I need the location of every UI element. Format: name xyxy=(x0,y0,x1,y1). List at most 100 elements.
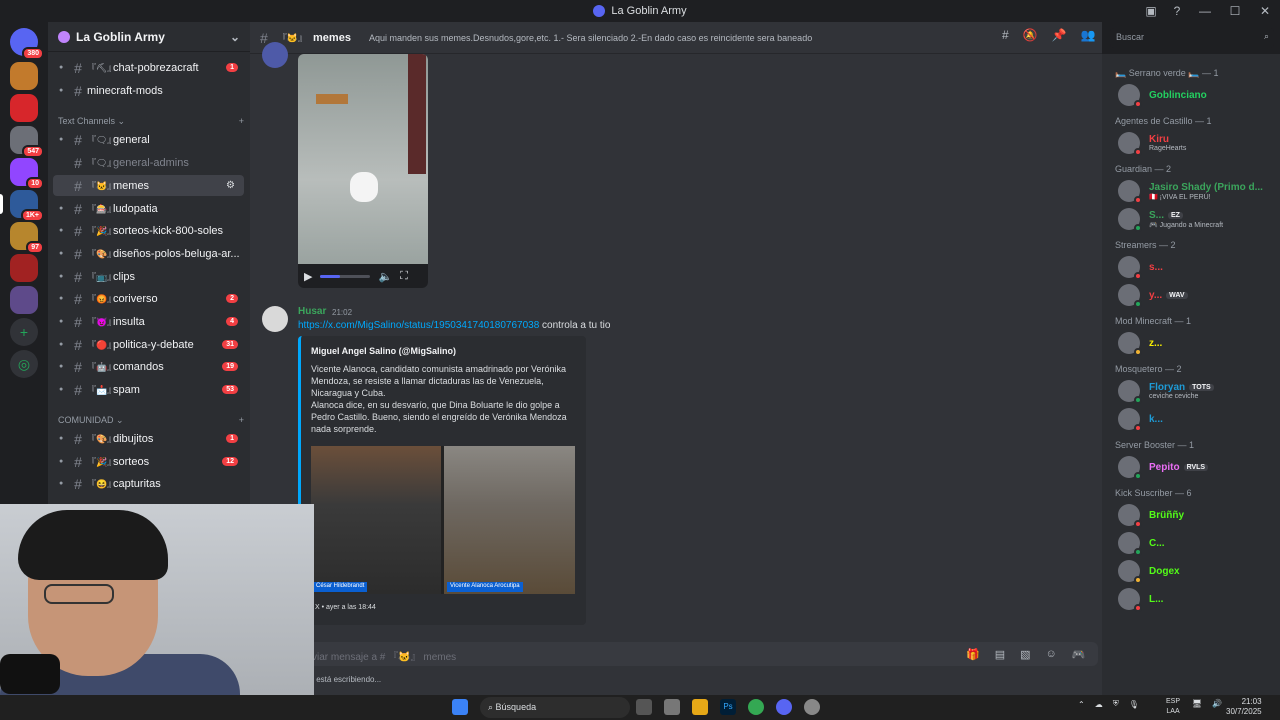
gif-icon[interactable]: ▤ xyxy=(995,648,1005,661)
taskbar-search[interactable]: ⌕ Búsqueda xyxy=(480,697,630,718)
task-view-icon[interactable] xyxy=(636,699,652,715)
apps-icon[interactable]: 🎮 xyxy=(1072,648,1086,661)
server-icon-la-goblin-army[interactable]: 1K+ xyxy=(10,190,44,222)
chevron-up-icon[interactable]: ⌃ xyxy=(1078,700,1085,709)
unread-badge: 53 xyxy=(222,385,238,394)
channel-sorteos-kick-800-soles[interactable]: ● # 『🎉』 sorteos-kick-800-soles xyxy=(53,220,244,241)
discord-icon[interactable] xyxy=(776,699,792,715)
close-button[interactable]: ✕ xyxy=(1250,4,1280,18)
channel-general-admins[interactable]: # 『🗨』 general-admins xyxy=(53,152,244,173)
member-row[interactable]: Jasiro Shady (Primo d... 🇵🇪 ¡VIVA EL PERÚ… xyxy=(1118,178,1263,204)
channel-coriverso[interactable]: ● # 『😡』 coriverso 2 xyxy=(53,288,244,309)
member-row[interactable]: Floryan TOTS ceviche ceviche xyxy=(1118,378,1214,404)
server-icon[interactable] xyxy=(10,94,38,122)
channel-capturitas[interactable]: ● # 『😆』 capturitas xyxy=(53,473,244,494)
sticker-icon[interactable]: ▧ xyxy=(1020,648,1030,661)
maximize-button[interactable]: ☐ xyxy=(1220,4,1250,18)
volume-icon[interactable]: 🔈 xyxy=(378,270,392,283)
server-icon[interactable] xyxy=(10,254,38,282)
input-language[interactable]: ESP LAA xyxy=(1166,697,1180,717)
bullet-icon: ● xyxy=(59,273,64,280)
category-text-channels[interactable]: Text Channels ⌄ + xyxy=(58,116,244,127)
unread-badge: 19 xyxy=(222,362,238,371)
embed-author[interactable]: Miguel Angel Salino (@MigSalino) xyxy=(311,346,456,356)
discover-icon[interactable]: ◎ xyxy=(10,350,38,378)
avatar[interactable] xyxy=(262,306,288,332)
channel-dibujitos[interactable]: ● # 『🎨』 dibujitos 1 xyxy=(53,428,244,449)
member-row[interactable]: Kiru RageHearts xyxy=(1118,130,1186,156)
video-attachment[interactable]: ▶ 🔈 ⛶ xyxy=(298,54,428,288)
help-icon[interactable]: ? xyxy=(1164,4,1190,18)
taskbar-clock[interactable]: 21:03 30/7/2025 xyxy=(1226,697,1262,717)
channel-sorteos[interactable]: ● # 『🎉』 sorteos 12 xyxy=(53,451,244,472)
pin-icon[interactable]: 📌 xyxy=(1052,28,1067,42)
channel-chat-pobrezacraft[interactable]: ● # 『⛏』 chat-pobrezacraft 1 xyxy=(53,57,244,78)
member-row[interactable]: L... xyxy=(1118,586,1163,612)
add-channel-icon[interactable]: + xyxy=(239,116,244,127)
volume-icon[interactable]: 🔊 xyxy=(1212,699,1222,708)
file-explorer-icon[interactable] xyxy=(692,699,708,715)
status-dot xyxy=(1134,604,1142,612)
server-icon[interactable]: 97 xyxy=(10,222,44,254)
server-icon[interactable]: 10 xyxy=(10,158,44,190)
channel-topic[interactable]: Aqui manden sus memes.Desnudos,gore,etc.… xyxy=(369,33,929,43)
server-icon[interactable] xyxy=(10,62,38,90)
channel-memes[interactable]: # 『🐱』 memes ⚙ xyxy=(53,175,244,196)
member-row[interactable]: y... WAV xyxy=(1118,282,1188,308)
category-comunidad[interactable]: COMUNIDAD ⌄ + xyxy=(58,415,244,426)
shield-icon[interactable]: ⛨ xyxy=(1113,699,1119,709)
message-link[interactable]: https://x.com/MigSalino/status/195034174… xyxy=(298,320,539,331)
embed-image[interactable]: César Hildebrandt Vicente Alanoca Arocut… xyxy=(311,446,575,594)
channel-settings-icon[interactable]: ⚙ xyxy=(226,180,238,191)
gift-icon[interactable]: 🎁 xyxy=(966,648,980,661)
member-list-icon[interactable]: 👥 xyxy=(1081,28,1096,42)
member-row[interactable]: Brüññy xyxy=(1118,502,1184,528)
member-row[interactable]: Goblinciano xyxy=(1118,82,1207,108)
add-channel-icon[interactable]: + xyxy=(239,415,244,426)
avatar[interactable] xyxy=(262,42,288,68)
member-row[interactable]: Pepito RVLS xyxy=(1118,454,1209,480)
member-row[interactable]: S... EZ 🎮 Jugando a Minecraft xyxy=(1118,206,1223,232)
start-icon[interactable] xyxy=(452,699,468,715)
app-icon[interactable] xyxy=(804,699,820,715)
channel-clips[interactable]: ● # 『📺』 clips xyxy=(53,266,244,287)
channel-politica-y-debate[interactable]: ● # 『🔴』 politica-y-debate 31 xyxy=(53,334,244,355)
video-progress[interactable] xyxy=(320,274,371,278)
member-row[interactable]: k... xyxy=(1118,406,1163,432)
network-icon[interactable]: 🖥 xyxy=(1192,699,1202,708)
channel-general[interactable]: ● # 『🗨』 general xyxy=(53,129,244,150)
channel-disenos-polos[interactable]: ● # 『🎨』 diseños-polos-beluga-ar... xyxy=(53,243,244,264)
server-header[interactable]: La Goblin Army ⌄ xyxy=(48,22,250,52)
channel-comandos[interactable]: ● # 『🤖』 comandos 19 xyxy=(53,356,244,377)
search-input[interactable]: Buscar ⌕ xyxy=(1110,28,1274,48)
channel-ludopatia[interactable]: ● # 『🎰』 ludopatia xyxy=(53,198,244,219)
channel-insulta[interactable]: ● # 『😈』 insulta 4 xyxy=(53,311,244,332)
play-icon[interactable]: ▶ xyxy=(304,270,312,283)
app-icon[interactable] xyxy=(664,699,680,715)
unread-badge: 4 xyxy=(226,317,238,326)
channel-minecraft-mods[interactable]: ● # minecraft-mods xyxy=(53,80,244,101)
hash-icon: # xyxy=(74,154,82,171)
message-author[interactable]: Husar xyxy=(298,306,326,317)
direct-messages-icon[interactable]: 380 xyxy=(10,28,44,60)
microphone-icon[interactable]: 🎙 xyxy=(1129,700,1139,709)
bullet-icon: ● xyxy=(59,386,64,393)
member-row[interactable]: s... xyxy=(1118,254,1163,280)
server-icon[interactable]: 547 xyxy=(10,126,44,158)
inbox-icon[interactable]: ▣ xyxy=(1138,4,1164,18)
member-row[interactable]: z... xyxy=(1118,330,1162,356)
fullscreen-icon[interactable]: ⛶ xyxy=(400,270,408,283)
photoshop-icon[interactable]: Ps xyxy=(720,699,736,715)
threads-icon[interactable]: # xyxy=(1002,28,1009,42)
channel-spam[interactable]: ● # 『📩』 spam 53 xyxy=(53,379,244,400)
cloud-icon[interactable]: ☁ xyxy=(1095,700,1103,709)
emoji-icon[interactable]: ☺ xyxy=(1046,648,1057,661)
mute-bell-icon[interactable]: 🔕 xyxy=(1023,28,1038,42)
member-row[interactable]: Dogex xyxy=(1118,558,1180,584)
member-row[interactable]: C... xyxy=(1118,530,1165,556)
minimize-button[interactable]: — xyxy=(1190,4,1220,18)
video-controls: ▶ 🔈 ⛶ xyxy=(298,264,428,288)
chrome-icon[interactable] xyxy=(748,699,764,715)
server-icon[interactable] xyxy=(10,286,38,314)
add-server-icon[interactable]: + xyxy=(10,318,38,346)
